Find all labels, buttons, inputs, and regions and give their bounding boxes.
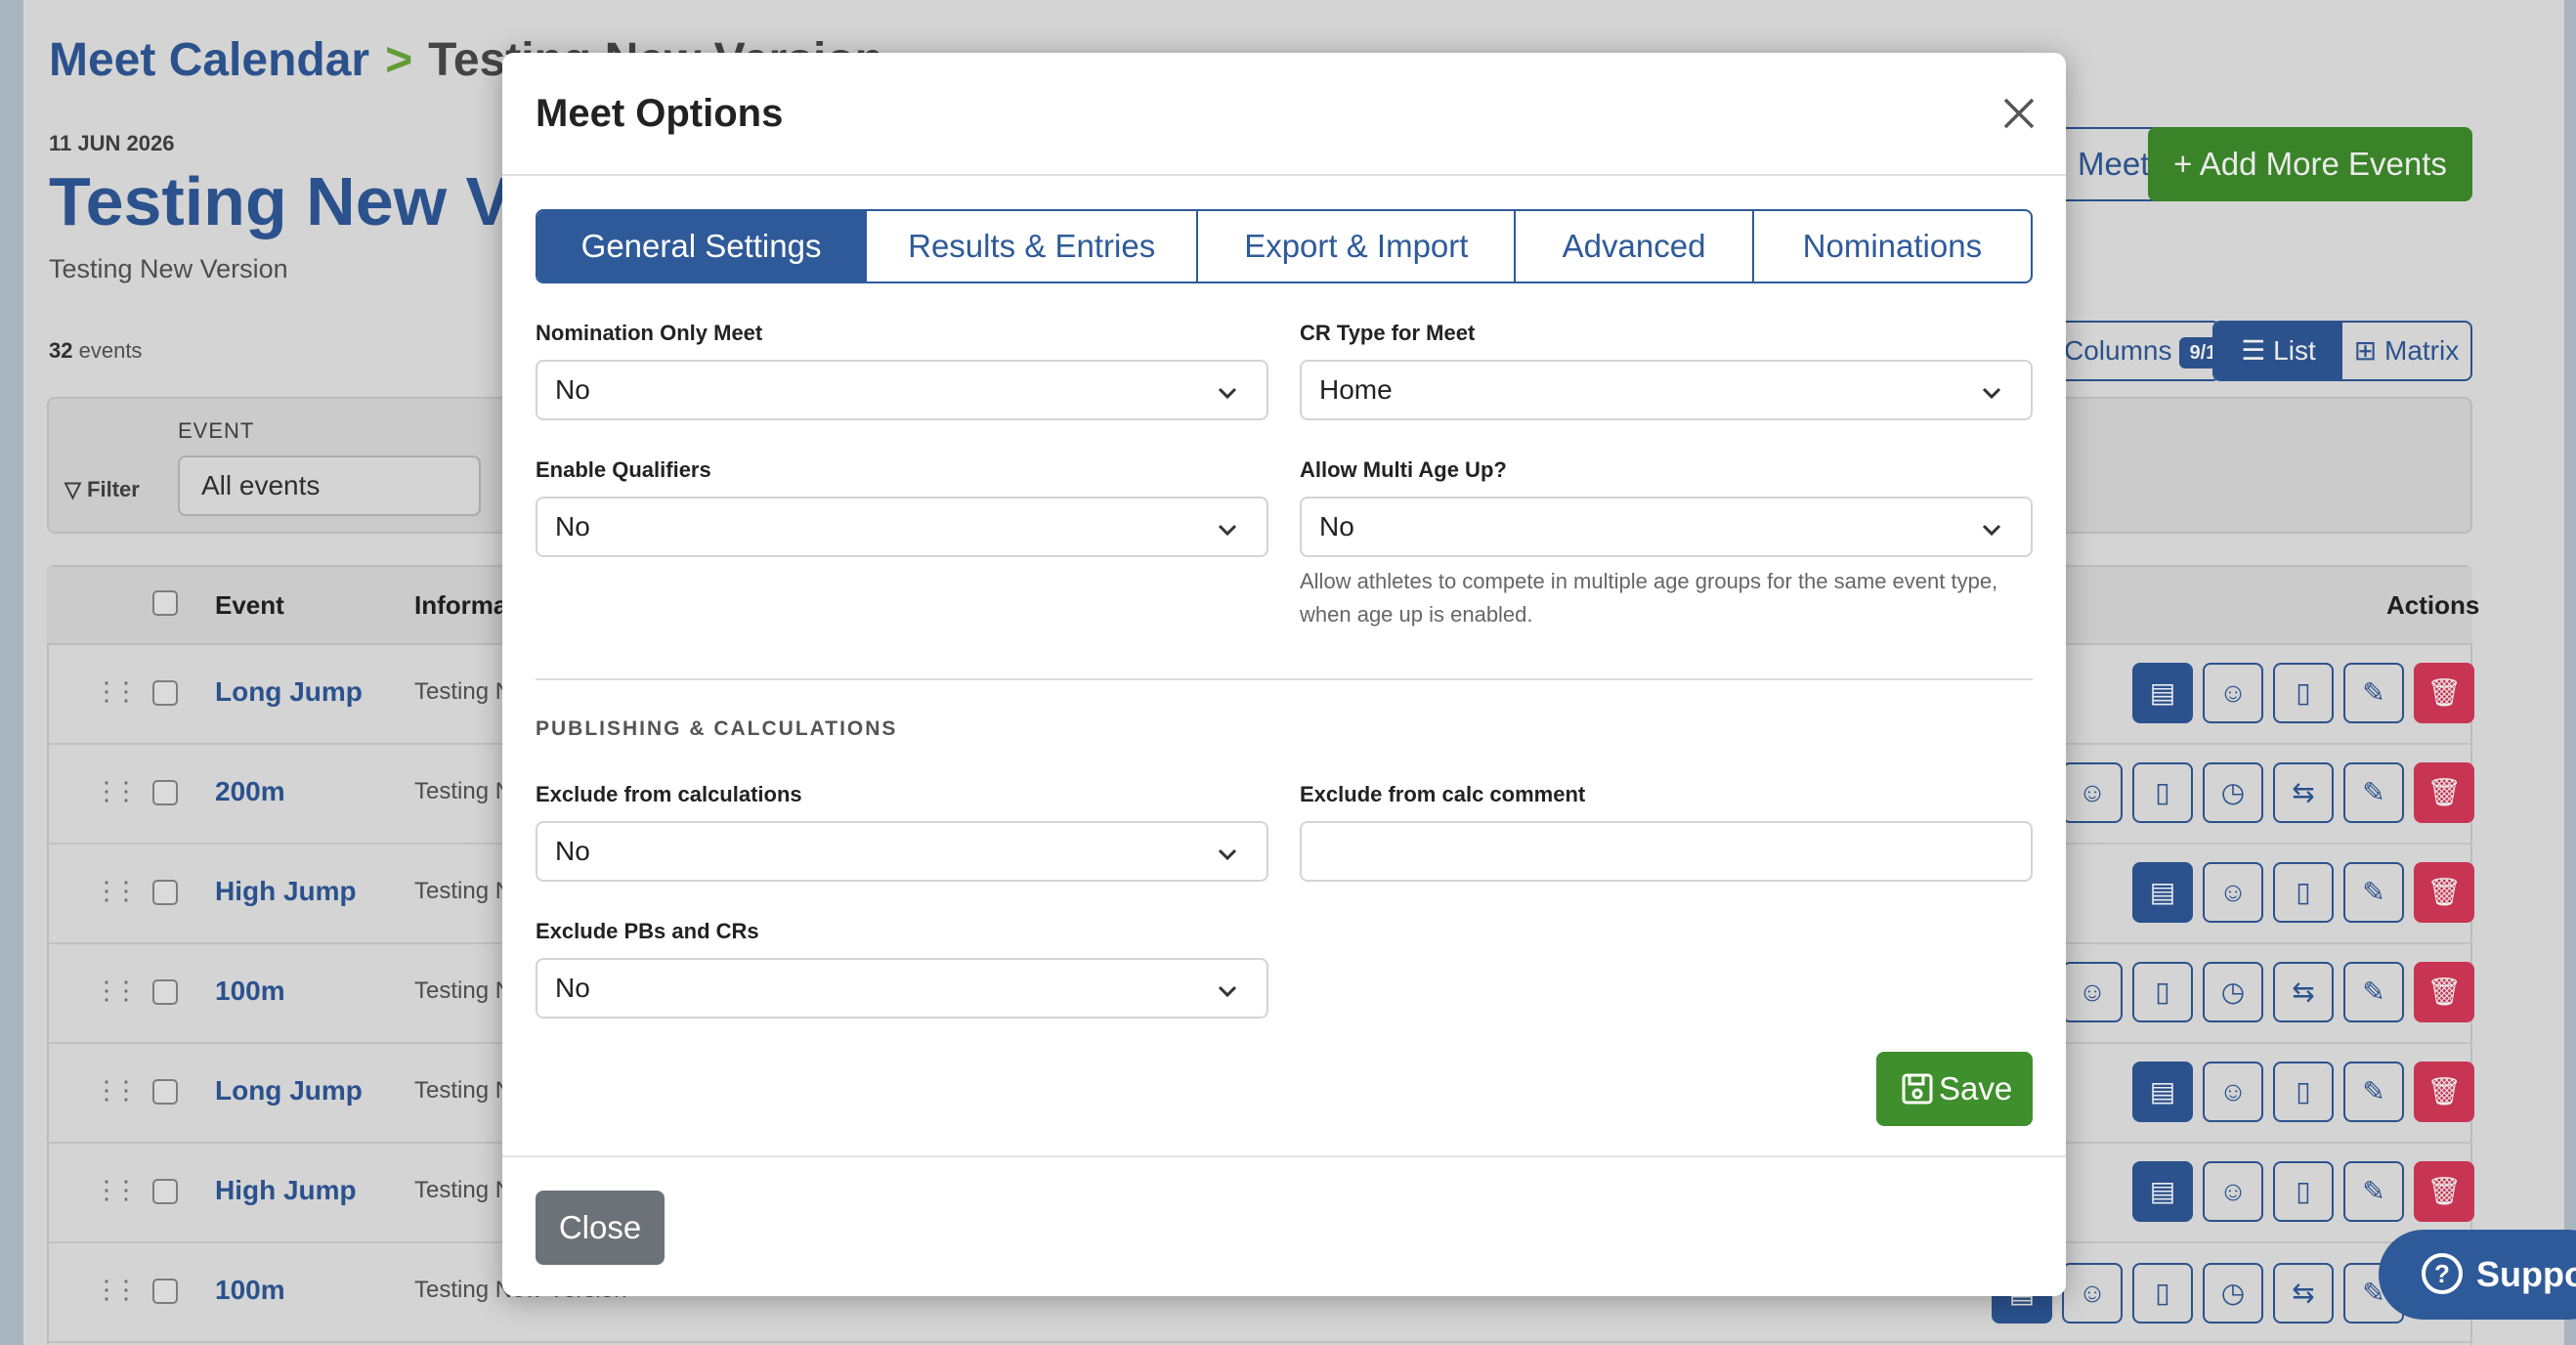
chevron-down-icon xyxy=(1218,387,1237,400)
support-button[interactable]: ? Support xyxy=(2379,1230,2576,1320)
chevron-down-icon xyxy=(1982,387,2001,400)
cr-type-select[interactable]: Home xyxy=(1300,360,2033,420)
multi-age-up-help: Allow athletes to compete in multiple ag… xyxy=(1300,569,1998,627)
exclude-pbs-select[interactable]: No xyxy=(536,958,1268,1019)
tab-export-import[interactable]: Export & Import xyxy=(1198,211,1517,282)
enable-qualifiers-select[interactable]: No xyxy=(536,497,1268,557)
nomination-only-value: No xyxy=(555,374,590,405)
floppy-disk-icon xyxy=(1902,1073,1933,1105)
support-label: Support xyxy=(2476,1254,2576,1294)
cr-type-label: CR Type for Meet xyxy=(1300,321,1476,345)
close-icon[interactable] xyxy=(1997,92,2040,135)
multi-age-up-select[interactable]: No xyxy=(1300,497,2033,557)
chevron-down-icon xyxy=(1218,524,1237,537)
exclude-calc-select[interactable]: No xyxy=(536,821,1268,882)
multi-age-up-label: Allow Multi Age Up? xyxy=(1300,457,1507,482)
exclude-pbs-value: No xyxy=(555,973,590,1003)
save-button[interactable]: Save xyxy=(1876,1052,2033,1126)
exclude-calc-comment-label: Exclude from calc comment xyxy=(1300,782,1586,806)
tab-nominations[interactable]: Nominations xyxy=(1754,211,2031,282)
tab-advanced[interactable]: Advanced xyxy=(1516,211,1754,282)
section-divider xyxy=(536,678,2033,680)
close-button[interactable]: Close xyxy=(536,1191,665,1265)
nomination-only-select[interactable]: No xyxy=(536,360,1268,420)
exclude-pbs-label: Exclude PBs and CRs xyxy=(536,919,759,943)
meet-options-modal: Meet Options General Settings Results & … xyxy=(502,53,2066,1296)
tab-results-entries[interactable]: Results & Entries xyxy=(867,211,1199,282)
chevron-down-icon xyxy=(1218,848,1237,861)
save-label: Save xyxy=(1939,1070,2013,1106)
modal-header: Meet Options xyxy=(502,53,2066,176)
modal-title: Meet Options xyxy=(536,92,784,135)
chevron-down-icon xyxy=(1982,524,2001,537)
modal-tabs: General Settings Results & Entries Expor… xyxy=(536,209,2033,283)
nomination-only-label: Nomination Only Meet xyxy=(536,321,763,345)
cr-type-value: Home xyxy=(1319,374,1393,405)
exclude-calc-label: Exclude from calculations xyxy=(536,782,802,806)
multi-age-up-value: No xyxy=(1319,511,1354,542)
chevron-down-icon xyxy=(1218,985,1237,998)
help-icon: ? xyxy=(2422,1253,2463,1294)
enable-qualifiers-value: No xyxy=(555,511,590,542)
tab-general-settings[interactable]: General Settings xyxy=(537,211,868,282)
exclude-calc-value: No xyxy=(555,836,590,866)
modal-footer-divider xyxy=(502,1155,2066,1157)
enable-qualifiers-label: Enable Qualifiers xyxy=(536,457,711,482)
section-title: PUBLISHING & CALCULATIONS xyxy=(536,717,898,740)
exclude-calc-comment-input[interactable] xyxy=(1300,821,2033,882)
